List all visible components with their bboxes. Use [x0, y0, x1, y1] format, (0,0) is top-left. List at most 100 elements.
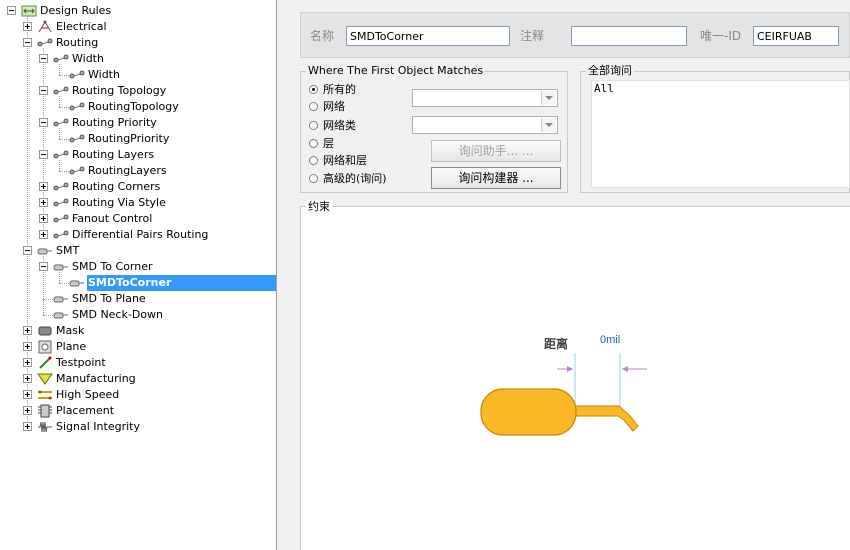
smt-icon [53, 292, 69, 306]
radio-icon[interactable] [309, 139, 318, 148]
tree-item-label: Routing Corners [72, 180, 161, 193]
tree-item[interactable]: RoutingTopology [0, 99, 276, 115]
tree-item[interactable]: Differential Pairs Routing [0, 227, 276, 243]
tree-item[interactable]: SMD To Corner [0, 259, 276, 275]
collapse-icon[interactable] [23, 246, 32, 255]
tree-item[interactable]: Manufacturing [0, 371, 276, 387]
radio-icon[interactable] [309, 102, 318, 111]
tree-item[interactable]: Width [0, 51, 276, 67]
tree-item[interactable]: Routing Via Style [0, 195, 276, 211]
expand-icon[interactable] [39, 198, 48, 207]
radio-icon[interactable] [309, 156, 318, 165]
expand-icon[interactable] [23, 374, 32, 383]
collapse-icon[interactable] [39, 150, 48, 159]
tree-item[interactable]: Placement [0, 403, 276, 419]
routing-icon [53, 180, 69, 194]
smt-icon [53, 260, 69, 274]
expand-icon[interactable] [39, 182, 48, 191]
tree-item[interactable]: High Speed [0, 387, 276, 403]
tree-item-label: SMT [56, 244, 80, 257]
tree-item-label: Placement [56, 404, 115, 417]
match-radio-label: 高级的(询问) [323, 172, 387, 185]
tree-item-label: Routing Topology [72, 84, 167, 97]
tree-item[interactable]: Routing Corners [0, 179, 276, 195]
rules-tree[interactable]: Design Rules Electrical Routing Width Width R… [0, 0, 277, 550]
expand-icon[interactable] [23, 422, 32, 431]
radio-icon[interactable] [309, 85, 318, 94]
tree-item[interactable]: Routing Layers [0, 147, 276, 163]
tree-item-label: SMDToCorner [87, 275, 276, 291]
expand-icon[interactable] [23, 326, 32, 335]
tree-item[interactable]: SMD To Plane [0, 291, 276, 307]
constraints-title: 约束 [306, 200, 332, 214]
design-rules-icon [21, 4, 37, 18]
signal-integrity-icon [37, 420, 53, 434]
match-group-title: Where The First Object Matches [306, 64, 486, 78]
tree-item[interactable]: Mask [0, 323, 276, 339]
mask-icon [37, 324, 53, 338]
net-combo[interactable] [412, 89, 558, 107]
constraints-group: 约束 距离 0mil [300, 200, 850, 550]
chevron-down-icon [541, 91, 556, 105]
expand-icon[interactable] [39, 214, 48, 223]
expand-icon[interactable] [39, 230, 48, 239]
tree-item-label: Width [72, 52, 104, 65]
tree-item-label: Plane [56, 340, 87, 353]
tree-item[interactable]: Signal Integrity [0, 419, 276, 435]
expand-icon[interactable] [23, 22, 32, 31]
name-label: 名称 [310, 29, 335, 43]
tree-item-label: Routing [56, 36, 99, 49]
match-radio-label: 所有的 [323, 83, 356, 96]
query-builder-button[interactable]: 询问构建器 ... [431, 167, 561, 189]
tree-item[interactable]: SMDToCorner [0, 275, 276, 291]
unique-id-field[interactable] [753, 26, 839, 46]
tree-item[interactable]: RoutingLayers [0, 163, 276, 179]
tree-item-label: RoutingLayers [88, 164, 167, 177]
expand-icon[interactable] [23, 390, 32, 399]
tree-item[interactable]: Width [0, 67, 276, 83]
comment-field[interactable] [571, 26, 687, 46]
tree-item[interactable]: SMT [0, 243, 276, 259]
match-radio-label: 层 [323, 137, 334, 150]
collapse-icon[interactable] [23, 38, 32, 47]
radio-icon[interactable] [309, 174, 318, 183]
smt-icon [53, 308, 69, 322]
routing-icon [53, 84, 69, 98]
radio-icon[interactable] [309, 121, 318, 130]
expand-icon[interactable] [23, 406, 32, 415]
expand-icon[interactable] [23, 358, 32, 367]
distance-value[interactable]: 0mil [600, 334, 620, 346]
tree-item-label: High Speed [56, 388, 120, 401]
tree-item-label: SMD To Corner [72, 260, 153, 273]
routing-icon [69, 68, 85, 82]
collapse-icon[interactable] [39, 118, 48, 127]
net-class-combo[interactable] [412, 116, 558, 134]
tree-item[interactable]: Testpoint [0, 355, 276, 371]
routing-icon [37, 36, 53, 50]
tree-item[interactable]: Design Rules [0, 3, 276, 19]
tree-item[interactable]: RoutingPriority [0, 131, 276, 147]
tree-item-label: RoutingTopology [88, 100, 179, 113]
query-helper-button[interactable]: 询问助手... ... [431, 140, 561, 162]
routing-icon [53, 148, 69, 162]
collapse-icon[interactable] [39, 54, 48, 63]
tree-item[interactable]: Electrical [0, 19, 276, 35]
tree-item-label: Fanout Control [72, 212, 153, 225]
full-query-text[interactable]: All [591, 80, 850, 188]
match-group: Where The First Object Matches 所有的 网络 网络类层… [300, 64, 568, 193]
expand-icon[interactable] [23, 342, 32, 351]
tree-item-label: Differential Pairs Routing [72, 228, 209, 241]
collapse-icon[interactable] [7, 6, 16, 15]
tree-item[interactable]: SMD Neck-Down [0, 307, 276, 323]
routing-icon [53, 116, 69, 130]
smd-to-corner-diagram [480, 353, 647, 436]
name-field[interactable] [346, 26, 510, 46]
tree-item[interactable]: Plane [0, 339, 276, 355]
tree-item[interactable]: Routing [0, 35, 276, 51]
full-query-title: 全部询问 [586, 64, 634, 78]
tree-item[interactable]: Fanout Control [0, 211, 276, 227]
collapse-icon[interactable] [39, 262, 48, 271]
tree-item[interactable]: Routing Topology [0, 83, 276, 99]
tree-item[interactable]: Routing Priority [0, 115, 276, 131]
collapse-icon[interactable] [39, 86, 48, 95]
